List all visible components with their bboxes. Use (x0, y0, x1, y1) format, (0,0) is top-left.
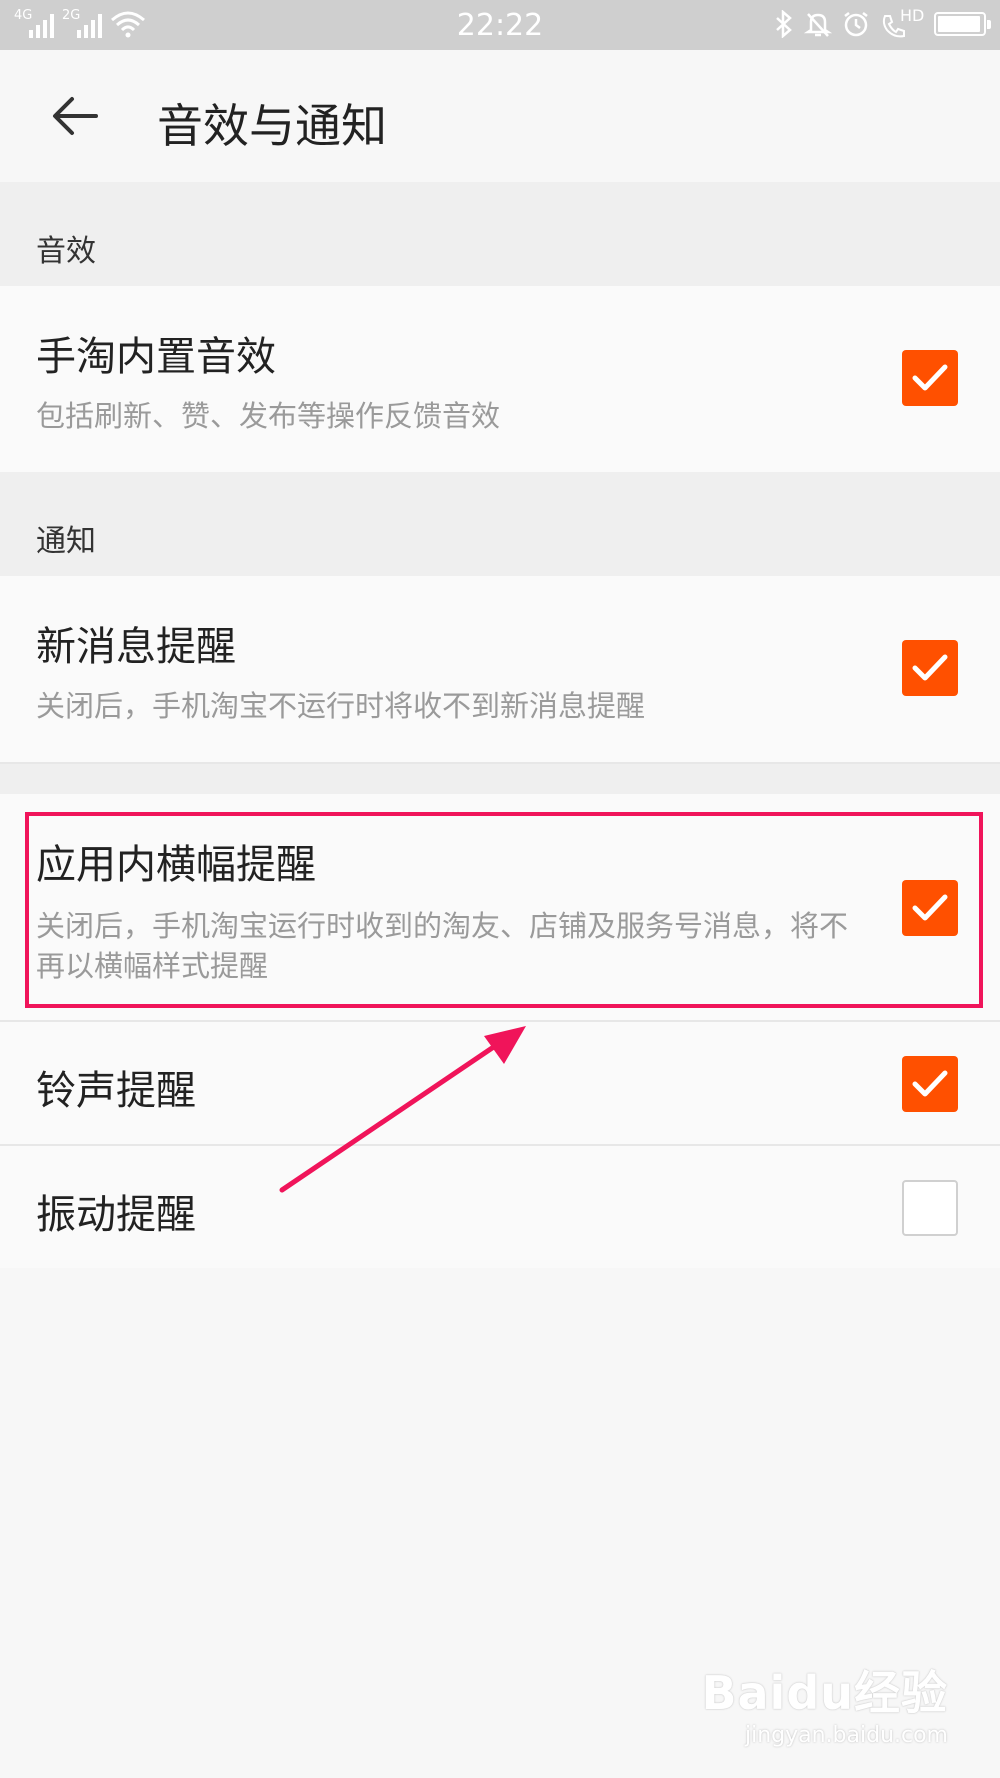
section-header-notification-label: 通知 (36, 524, 96, 559)
back-button[interactable] (40, 86, 110, 146)
section-header-sound-label: 音效 (36, 234, 96, 269)
ringtone-checkbox[interactable] (902, 1056, 958, 1112)
setting-subtitle: 包括刷新、赞、发布等操作反馈音效 (36, 399, 501, 433)
new-message-checkbox[interactable] (902, 640, 958, 696)
setting-title: 新消息提醒 (36, 624, 236, 670)
setting-title: 应用内横幅提醒 (36, 842, 316, 888)
hd-label: HD (900, 6, 925, 25)
baidu-watermark: Baidu经验 jingyan.baidu.com (701, 1657, 948, 1748)
setting-row-in-app-banner[interactable]: 应用内横幅提醒 关闭后，手机淘宝运行时收到的淘友、店铺及服务号消息，将不再以横幅… (0, 794, 1000, 1020)
page-title: 音效与通知 (157, 99, 387, 153)
setting-subtitle: 关闭后，手机淘宝运行时收到的淘友、店铺及服务号消息，将不再以横幅样式提醒 (36, 909, 849, 983)
setting-title: 手淘内置音效 (36, 334, 276, 380)
setting-subtitle: 关闭后，手机淘宝不运行时将收不到新消息提醒 (36, 689, 646, 723)
setting-row-new-message[interactable]: 新消息提醒 关闭后，手机淘宝不运行时将收不到新消息提醒 (0, 576, 1000, 762)
setting-row-builtin-sound[interactable]: 手淘内置音效 包括刷新、赞、发布等操作反馈音效 (0, 286, 1000, 472)
builtin-sound-checkbox[interactable] (902, 350, 958, 406)
watermark-logo: Baidu经验 (701, 1666, 948, 1720)
hd-call-icon: HD (880, 6, 924, 38)
back-arrow-icon (53, 97, 98, 135)
section-header-sound: 音效 (0, 182, 1000, 286)
watermark-url: jingyan.baidu.com (744, 1723, 948, 1748)
status-right: HD (774, 6, 991, 38)
setting-title: 铃声提醒 (36, 1068, 196, 1114)
checkmark-icon (912, 1070, 948, 1097)
section-gap (0, 764, 1000, 794)
section-header-notification: 通知 (0, 472, 1000, 576)
in-app-banner-checkbox[interactable] (902, 880, 958, 936)
setting-row-ringtone[interactable]: 铃声提醒 (0, 1022, 1000, 1144)
title-bar: 音效与通知 (0, 50, 1000, 182)
battery-fill (938, 16, 980, 32)
checkmark-icon (912, 364, 948, 391)
bluetooth-icon (776, 10, 792, 38)
battery-icon (934, 12, 991, 36)
vibration-checkbox[interactable] (902, 1180, 958, 1236)
setting-title: 振动提醒 (36, 1192, 196, 1238)
checkmark-icon (912, 894, 948, 921)
status-bar: 4G 2G 22:22 HD (0, 0, 1000, 50)
checkmark-icon (912, 654, 948, 681)
setting-row-vibration[interactable]: 振动提醒 (0, 1146, 1000, 1268)
bell-off-icon (804, 13, 832, 37)
alarm-icon (844, 12, 868, 37)
